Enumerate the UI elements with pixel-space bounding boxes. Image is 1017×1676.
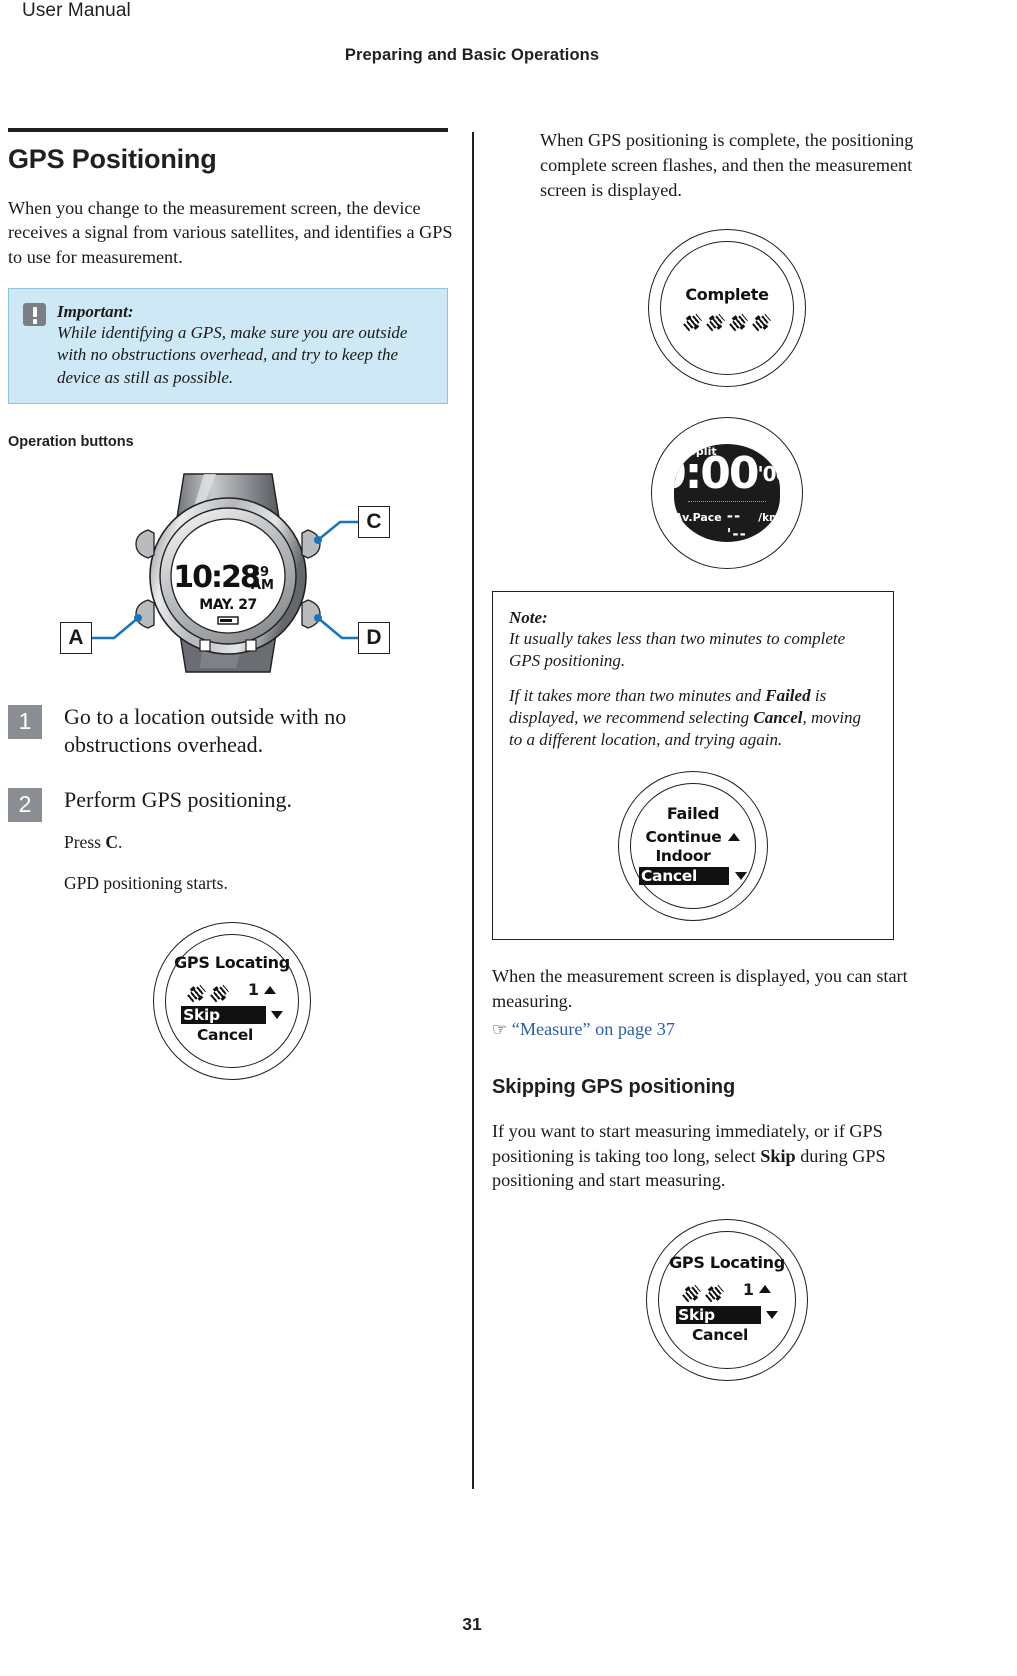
step-title: Perform GPS positioning. <box>64 786 292 812</box>
satellite-icons <box>188 985 228 1002</box>
skipping-heading: Skipping GPS positioning <box>492 1075 736 1098</box>
satellite-icon <box>727 310 751 334</box>
avpace-value: --'--" <box>726 507 747 542</box>
satellite-count: 1 <box>247 980 260 1000</box>
menu-item-cancel[interactable]: Cancel <box>638 866 730 885</box>
measurement-screen: Dist. 0.000 km Split 0:00 '00" A <box>651 416 803 569</box>
satellite-icons <box>683 1285 723 1302</box>
exclamation-icon <box>23 303 46 327</box>
gps-locating-figure: GPS Locating 1 Skip Cancel <box>8 921 456 1080</box>
note-p2-bold-cancel: Cancel <box>753 707 803 727</box>
skipping-paragraph: If you want to start measuring immediate… <box>492 1119 962 1194</box>
complete-screen: Complete <box>648 228 806 387</box>
lcd-title: GPS Locating <box>174 953 290 973</box>
note-p2-bold-failed: Failed <box>765 685 811 705</box>
split-label: Split <box>688 445 717 459</box>
measurement-figure: Dist. 0.000 km Split 0:00 '00" A <box>492 416 962 569</box>
menu-item-cancel[interactable]: Cancel <box>197 1026 253 1044</box>
step-1: 1 Go to a location outside with no obstr… <box>8 703 456 760</box>
failed-screen: Failed Continue Indoor Cancel <box>618 771 768 921</box>
important-title: Important: <box>57 302 134 322</box>
caret-up-icon <box>264 985 277 994</box>
press-prefix: Press <box>64 832 106 853</box>
menu-item-skip[interactable]: Skip <box>676 1305 761 1324</box>
satellite-icon <box>704 310 728 334</box>
page-title: GPS Positioning <box>8 143 217 174</box>
menu-item-continue[interactable]: Continue <box>646 828 722 846</box>
split-value: 0:00 <box>674 448 760 500</box>
split-seconds: '00" <box>757 462 780 487</box>
operation-buttons-heading: Operation buttons <box>8 433 134 450</box>
left-column: GPS Positioning When you change to the m… <box>8 128 456 1080</box>
menu-item-cancel[interactable]: Cancel <box>692 1326 748 1344</box>
step-number: 2 <box>8 787 42 822</box>
step-result-text: GPD positioning starts. <box>64 873 228 894</box>
satellite-icon <box>207 982 231 1006</box>
note-box: Note: It usually takes less than two min… <box>492 590 894 940</box>
caret-down-icon <box>270 1011 283 1020</box>
intro-paragraph: When you change to the measurement scree… <box>8 197 453 268</box>
lcd-title: Complete <box>685 284 769 304</box>
cross-reference[interactable]: ☞ “Measure” on page 37 <box>492 1019 962 1040</box>
satellite-icons <box>684 314 770 331</box>
watch-ampm: AM <box>251 578 274 593</box>
skipping-gps-locating-screen: GPS Locating 1 Skip Cancel <box>646 1219 808 1382</box>
watch-time: 10:28 <box>173 560 260 595</box>
column-divider <box>472 132 474 1489</box>
menu-item-indoor[interactable]: Indoor <box>655 847 710 865</box>
gps-locating-screen: GPS Locating 1 Skip Cancel <box>153 921 311 1080</box>
menu-item-cancel-label: Cancel <box>638 866 700 885</box>
after-note-paragraph: When the measurement screen is displayed… <box>492 966 908 1011</box>
cross-reference-link[interactable]: “Measure” on page 37 <box>512 1019 675 1039</box>
skipping-bold-skip: Skip <box>760 1145 796 1166</box>
measurement-lcd: Dist. 0.000 km Split 0:00 '00" A <box>674 443 780 542</box>
press-button-letter: C <box>105 832 118 853</box>
menu-item-skip-label: Skip <box>181 1006 222 1025</box>
satellite-icon <box>184 982 208 1006</box>
important-callout: Important: While identifying a GPS, make… <box>8 288 448 404</box>
avpace-unit: /km <box>758 512 780 525</box>
important-text: While identifying a GPS, make sure you a… <box>57 323 408 387</box>
caret-down-icon <box>765 1310 778 1319</box>
section-rule <box>8 128 448 132</box>
page-number: 31 <box>462 1614 482 1634</box>
press-suffix: . <box>117 832 123 853</box>
step-number: 1 <box>8 704 42 739</box>
caret-down-icon <box>735 871 748 880</box>
caret-up-icon <box>759 1285 772 1294</box>
satellite-icon <box>750 310 774 334</box>
skipping-gps-figure: GPS Locating 1 Skip Cancel <box>492 1219 962 1382</box>
callout-label-a: A <box>60 621 92 654</box>
note-p2-part1: If it takes more than two minutes and <box>509 685 766 705</box>
lcd-title: GPS Locating <box>669 1252 785 1272</box>
pointing-hand-icon: ☞ <box>492 1019 508 1039</box>
manual-label: User Manual <box>22 0 131 21</box>
satellite-icon <box>702 1281 726 1305</box>
satellite-count: 1 <box>742 1279 755 1299</box>
lcd-title: Failed <box>666 803 720 823</box>
right-intro-paragraph: When GPS positioning is complete, the po… <box>540 130 914 200</box>
note-paragraph-2: If it takes more than two minutes and Fa… <box>509 685 877 751</box>
right-column: When GPS positioning is complete, the po… <box>492 128 962 1382</box>
note-paragraph-1: It usually takes less than two minutes t… <box>509 628 846 670</box>
complete-figure: Complete <box>492 228 962 387</box>
callout-label-d: D <box>358 621 390 654</box>
manual-page: User Manual Preparing and Basic Operatio… <box>0 0 1017 1676</box>
note-title: Note: <box>509 607 548 627</box>
failed-figure: Failed Continue Indoor Cancel <box>509 771 877 921</box>
menu-item-skip[interactable]: Skip <box>181 1006 266 1025</box>
satellite-icon <box>681 310 705 334</box>
chapter-title: Preparing and Basic Operations <box>344 46 600 64</box>
satellite-icon <box>679 1281 703 1305</box>
callout-label-c: C <box>358 505 390 538</box>
menu-item-skip-label: Skip <box>676 1305 717 1324</box>
step-press-instruction: Press C. <box>64 831 456 855</box>
caret-up-icon <box>728 832 741 841</box>
watch-date: MAY. 27 <box>199 597 256 613</box>
step-title: Go to a location outside with no obstruc… <box>64 703 347 758</box>
step-2: 2 Perform GPS positioning. Press C. GPD … <box>8 786 456 896</box>
watch-diagram: 10:28 39 AM MAY. 27 C D A <box>8 472 448 677</box>
avpace-label: Av.Pace <box>674 511 722 525</box>
